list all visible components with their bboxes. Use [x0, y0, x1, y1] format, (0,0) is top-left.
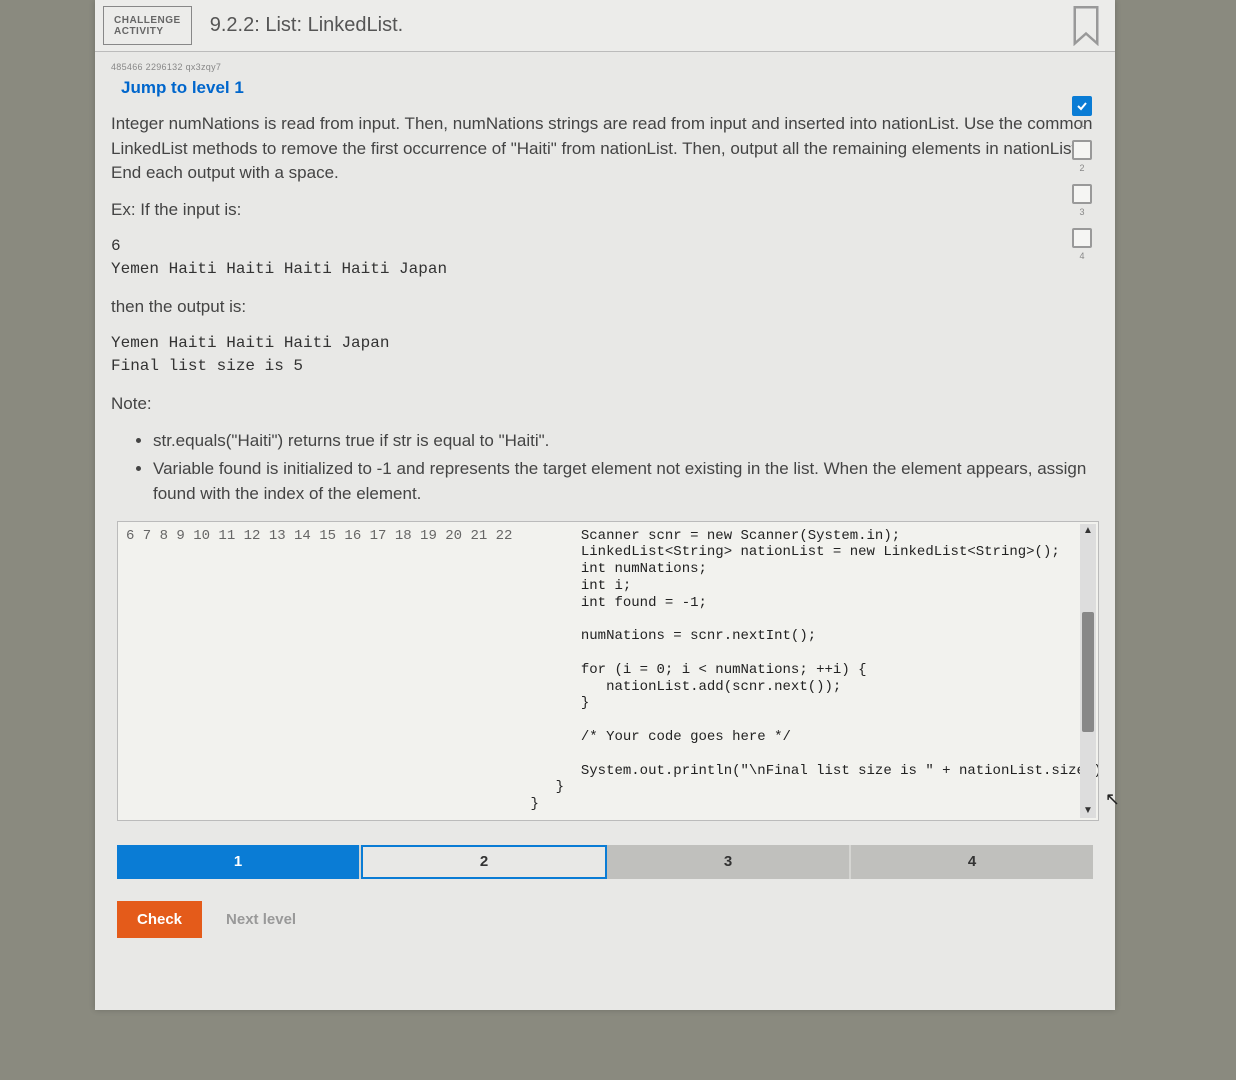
cursor-icon: ↖ — [1105, 789, 1120, 810]
scrollbar-track[interactable]: ▲ ▼ — [1080, 524, 1096, 818]
step-1[interactable]: 1 — [117, 845, 361, 879]
progress-bar: 1 2 3 4 — [117, 845, 1093, 879]
side-step-4-num: 4 — [1079, 251, 1084, 261]
activity-id: 485466 2296132 qx3zqy7 — [95, 52, 1115, 74]
side-step-2-num: 2 — [1079, 163, 1084, 173]
side-step-4[interactable] — [1072, 228, 1092, 248]
jump-to-level-link[interactable]: Jump to level 1 — [95, 74, 1115, 112]
step-4[interactable]: 4 — [851, 845, 1093, 879]
scroll-down-icon[interactable]: ▼ — [1080, 804, 1096, 818]
challenge-badge: CHALLENGE ACTIVITY — [103, 6, 192, 45]
example-label: Ex: If the input is: — [111, 198, 1095, 223]
instructions-text: Integer numNations is read from input. T… — [111, 112, 1095, 186]
code-editor[interactable]: 6 7 8 9 10 11 12 13 14 15 16 17 18 19 20… — [117, 521, 1099, 821]
content-area: Integer numNations is read from input. T… — [95, 112, 1115, 507]
activity-card: CHALLENGE ACTIVITY 9.2.2: List: LinkedLi… — [95, 0, 1115, 1010]
scroll-thumb[interactable] — [1082, 612, 1094, 732]
activity-title: 9.2.2: List: LinkedList. — [192, 0, 403, 51]
action-row: Check Next level — [95, 879, 1115, 938]
note-label: Note: — [111, 392, 1095, 417]
side-step-indicator: 1 2 3 4 — [1068, 96, 1096, 269]
note-item-1: str.equals("Haiti") returns true if str … — [153, 429, 1095, 454]
scroll-up-icon[interactable]: ▲ — [1080, 524, 1096, 538]
side-step-2[interactable] — [1072, 140, 1092, 160]
step-2[interactable]: 2 — [361, 845, 607, 879]
next-level-label: Next level — [226, 911, 296, 928]
check-icon — [1076, 100, 1088, 112]
badge-line2: ACTIVITY — [114, 26, 181, 37]
example-output: Yemen Haiti Haiti Haiti Japan Final list… — [111, 332, 1095, 378]
header: CHALLENGE ACTIVITY 9.2.2: List: LinkedLi… — [95, 0, 1115, 52]
side-step-3[interactable] — [1072, 184, 1092, 204]
check-button[interactable]: Check — [117, 901, 202, 938]
notes-list: str.equals("Haiti") returns true if str … — [111, 429, 1095, 507]
note-item-2: Variable found is initialized to -1 and … — [153, 457, 1095, 506]
side-step-1[interactable] — [1072, 96, 1092, 116]
example-input: 6 Yemen Haiti Haiti Haiti Haiti Japan — [111, 235, 1095, 281]
code-area[interactable]: Scanner scnr = new Scanner(System.in); L… — [522, 522, 1098, 820]
step-3[interactable]: 3 — [607, 845, 851, 879]
then-output-label: then the output is: — [111, 295, 1095, 320]
side-step-3-num: 3 — [1079, 207, 1084, 217]
side-step-1-num: 1 — [1079, 119, 1084, 129]
badge-line1: CHALLENGE — [114, 15, 181, 26]
line-gutter: 6 7 8 9 10 11 12 13 14 15 16 17 18 19 20… — [118, 522, 522, 820]
bookmark-icon[interactable] — [1071, 6, 1101, 46]
